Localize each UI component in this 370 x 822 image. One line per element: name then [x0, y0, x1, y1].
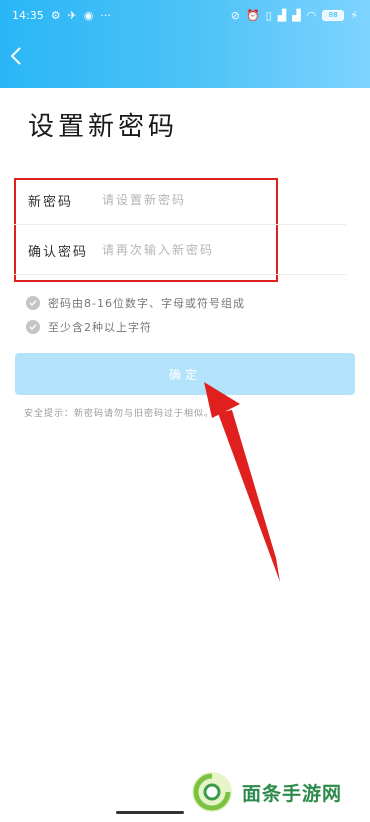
status-time: 14:35 — [12, 8, 44, 22]
app-notification-icon: ⚙ — [50, 8, 61, 22]
new-password-row: 新密码 — [14, 176, 346, 224]
check-circle-icon — [26, 296, 40, 310]
check-circle-icon — [26, 320, 40, 334]
watermark-logo-icon — [192, 772, 232, 812]
mute-icon: ⊘ — [230, 8, 240, 22]
signal-2-icon: ▟ — [292, 8, 301, 22]
settings-notification-icon: ◉ — [83, 8, 94, 22]
bird-notification-icon: ✈ — [67, 8, 77, 22]
page-title: 设置新密码 — [28, 112, 179, 142]
chevron-left-icon — [10, 47, 21, 65]
home-indicator[interactable] — [116, 811, 184, 814]
more-notifications-icon: ··· — [100, 8, 111, 22]
row-divider — [14, 224, 346, 225]
security-tip: 安全提示：新密码请勿与旧密码过于相似。 — [24, 409, 215, 419]
vibrate-icon: ▯ — [265, 8, 272, 22]
password-rule-types: 至少含2种以上字符 — [26, 319, 152, 335]
back-button[interactable] — [4, 42, 28, 70]
status-left: 14:35 ⚙ ✈ ◉ ··· — [12, 10, 111, 21]
status-right: ⊘ ⏰ ▯ ▟ ▟ ◠ 88 ⚡ — [230, 8, 358, 22]
wifi-icon: ◠ — [306, 8, 317, 22]
rule-text: 密码由8-16位数字、字母或符号组成 — [48, 297, 245, 310]
confirm-password-input[interactable] — [102, 243, 346, 257]
battery-icon: 88 — [322, 9, 345, 21]
header-bar: 14:35 ⚙ ✈ ◉ ··· ⊘ ⏰ ▯ ▟ ▟ ◠ 88 ⚡ — [0, 0, 370, 88]
row-divider — [14, 274, 346, 275]
confirm-password-label: 确认密码 — [28, 244, 89, 260]
charging-icon: ⚡ — [350, 8, 358, 22]
new-password-label: 新密码 — [28, 194, 74, 210]
watermark: 面条手游网 — [190, 770, 342, 814]
confirm-button[interactable]: 确定 — [15, 353, 355, 395]
confirm-password-row: 确认密码 — [14, 226, 346, 274]
signal-icon: ▟ — [277, 8, 287, 22]
new-password-input[interactable] — [102, 193, 346, 207]
password-rule-length: 密码由8-16位数字、字母或符号组成 — [26, 295, 245, 311]
watermark-text: 面条手游网 — [242, 782, 343, 805]
rule-text: 至少含2种以上字符 — [48, 321, 152, 334]
alarm-icon: ⏰ — [245, 8, 260, 22]
status-bar: 14:35 ⚙ ✈ ◉ ··· ⊘ ⏰ ▯ ▟ ▟ ◠ 88 ⚡ — [0, 0, 370, 30]
